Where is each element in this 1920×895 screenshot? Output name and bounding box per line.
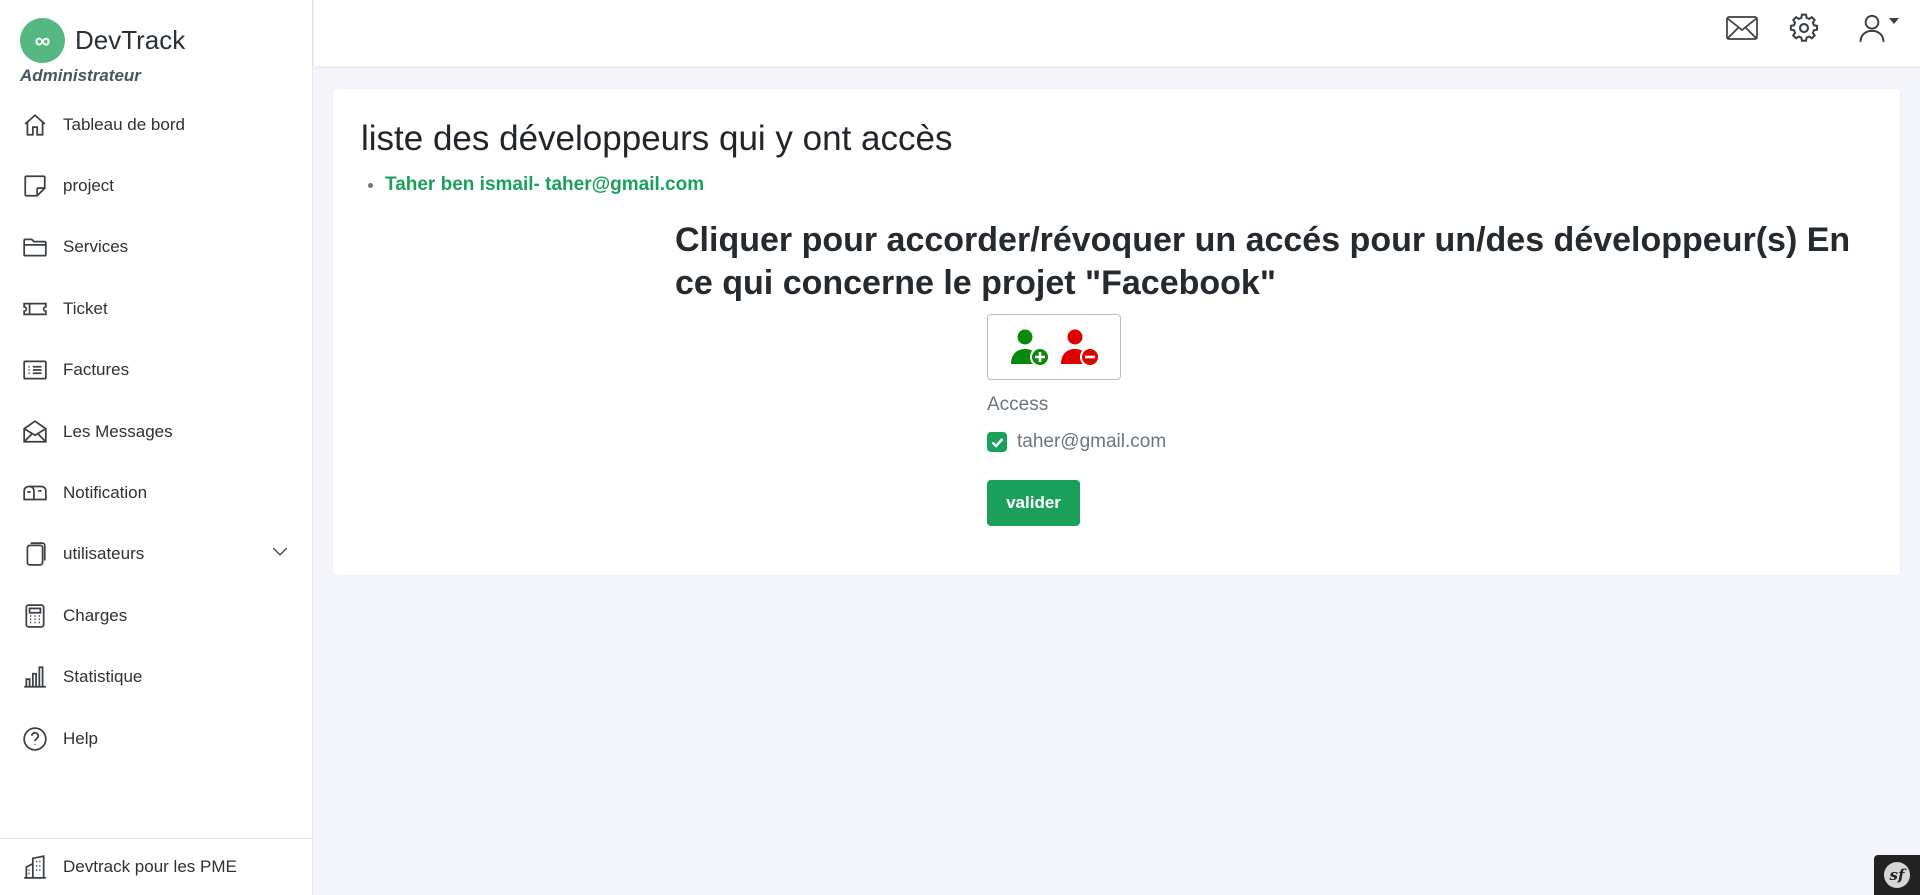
sidebar-item-help[interactable]: Help (0, 708, 312, 769)
sidebar-item-notification[interactable]: Notification (0, 462, 312, 523)
files-icon (26, 542, 46, 567)
envelope-open-icon (23, 419, 47, 443)
submit-button[interactable]: valider (987, 480, 1080, 526)
sidebar-item-label: Charges (63, 605, 128, 625)
access-option-label: taher@gmail.com (1017, 431, 1167, 452)
user-add-icon (1011, 329, 1050, 367)
sidebar-item-label: Ticket (63, 298, 108, 318)
folder-icon (23, 239, 47, 258)
sidebar-item-label: Tableau de bord (63, 114, 185, 134)
sidebar-footer-label: Devtrack pour les PME (63, 857, 237, 876)
sidebar-item-label: Help (63, 728, 98, 748)
list-icon (23, 360, 47, 380)
sidebar-item-label: Notification (63, 483, 148, 503)
user-role: Administrateur (20, 66, 141, 85)
sidebar-item-charges[interactable]: Charges (0, 585, 312, 646)
check-icon (991, 437, 1003, 448)
sidebar-item-factures[interactable]: Factures (0, 340, 312, 401)
ticket-icon (23, 302, 47, 316)
calculator-icon (25, 604, 45, 628)
gear-icon[interactable] (1786, 10, 1822, 46)
sticky-note-icon (24, 175, 46, 197)
bar-chart-icon (24, 666, 46, 688)
brand-name: DevTrack (75, 25, 186, 55)
sidebar-item-label: Factures (63, 360, 130, 380)
access-label: Access (987, 394, 1049, 415)
access-heading: Cliquer pour accorder/révoquer un accés … (675, 221, 1851, 302)
grant-revoke-button[interactable] (987, 314, 1121, 380)
sidebar-menu: Tableau de bord project Services Ticket … (0, 94, 312, 769)
sidebar-item-tableau-de-bord[interactable]: Tableau de bord (0, 94, 312, 155)
developer-list: Taher ben ismail- taher@gmail.com (385, 174, 704, 196)
sidebar-item-label: utilisateurs (63, 544, 145, 564)
access-checkbox[interactable] (987, 432, 1007, 452)
sidebar-item-label: Les Messages (63, 421, 173, 441)
sidebar-item-utilisateurs[interactable]: utilisateurs (0, 524, 312, 585)
sidebar-item-statistique[interactable]: Statistique (0, 647, 312, 708)
symfony-logo-icon: sf (1884, 862, 1910, 888)
brand[interactable]: ∞ DevTrack (20, 18, 185, 63)
page-title: liste des développeurs qui y ont accès (361, 119, 953, 158)
sidebar-item-project[interactable]: project (0, 155, 312, 216)
question-circle-icon (23, 726, 47, 751)
access-card: liste des développeurs qui y ont accès T… (333, 89, 1900, 575)
list-item: Taher ben ismail- taher@gmail.com (385, 174, 704, 196)
access-option[interactable]: taher@gmail.com (987, 431, 1166, 453)
sidebar-item-services[interactable]: Services (0, 217, 312, 278)
sidebar-item-ticket[interactable]: Ticket (0, 278, 312, 339)
user-menu[interactable] (1854, 10, 1904, 46)
sidebar: ∞ DevTrack Administrateur Tableau de bor… (0, 0, 313, 895)
chevron-down-icon[interactable] (270, 542, 290, 567)
caret-down-icon (1889, 18, 1899, 24)
sidebar-item-label: Services (63, 237, 129, 257)
home-icon (24, 113, 46, 136)
buildings-icon (24, 855, 46, 879)
topbar (314, 0, 1920, 66)
sidebar-item-les-messages[interactable]: Les Messages (0, 401, 312, 462)
symfony-toolbar-toggle[interactable]: sf (1874, 855, 1920, 895)
envelope-icon[interactable] (1724, 10, 1760, 46)
developer-entry: Taher ben ismail- taher@gmail.com (385, 174, 705, 195)
brand-logo: ∞ (20, 18, 65, 63)
user-remove-icon (1061, 329, 1100, 367)
sidebar-footer-link[interactable]: Devtrack pour les PME (0, 838, 312, 895)
user-icon (1859, 14, 1885, 42)
mailbox-icon (23, 485, 47, 501)
sidebar-item-label: project (63, 176, 115, 196)
sidebar-item-label: Statistique (63, 667, 143, 687)
